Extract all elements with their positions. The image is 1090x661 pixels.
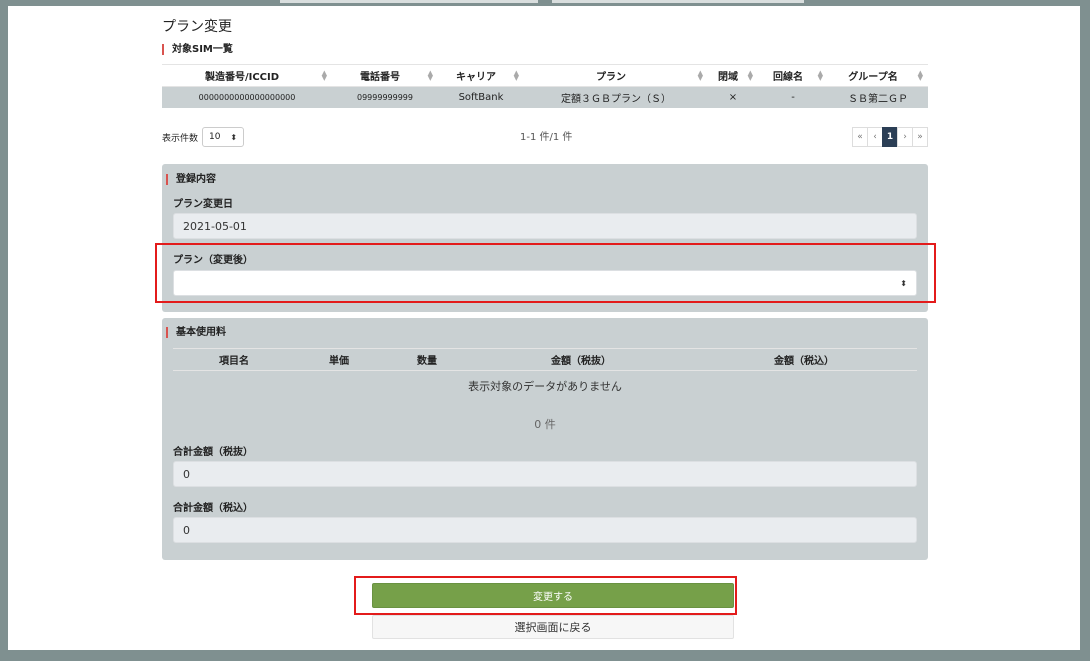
sim-table-header: 製造番号/ICCID ▲ ▼ 電話番号 ▲ ▼ キャリア ▲ ▼ プラン ▲ ▼ 閉域 ▲ ▼ 回線… — [162, 64, 928, 87]
basic-fee-title: 基本使用料 — [166, 327, 226, 338]
column-header-group[interactable]: グループ名 ▲ ▼ — [828, 64, 928, 87]
registration-title: 登録内容 — [166, 174, 216, 185]
pagination: « ‹ 1 › » — [852, 127, 928, 147]
column-header-plan[interactable]: プラン ▲ ▼ — [524, 64, 708, 87]
cell-line-name: - — [758, 86, 828, 108]
sort-icon[interactable]: ▲ ▼ — [514, 70, 519, 82]
sort-icon[interactable]: ▲ ▼ — [322, 70, 327, 82]
top-tab-2 — [552, 0, 804, 3]
cell-closed: × — [708, 86, 758, 108]
change-date-field: 2021-05-01 — [173, 213, 917, 239]
per-page-label: 表示件数 — [162, 133, 199, 144]
page-title: プラン変更 — [162, 19, 232, 35]
cell-iccid: 0000000000000000000 — [162, 86, 332, 108]
column-header-unit-price: 単価 — [295, 348, 383, 371]
sort-icon[interactable]: ▲ ▼ — [428, 70, 433, 82]
column-header-iccid[interactable]: 製造番号/ICCID ▲ ▼ — [162, 64, 332, 87]
cell-carrier: SoftBank — [438, 86, 524, 108]
total-excl-value: 0 — [183, 467, 190, 481]
table-row[interactable]: 0000000000000000000 09999999999 SoftBank… — [162, 86, 928, 108]
sort-icon[interactable]: ▲ ▼ — [818, 70, 823, 82]
column-header-carrier[interactable]: キャリア ▲ ▼ — [438, 64, 524, 87]
column-header-amount-excl: 金額（税抜） — [471, 348, 691, 371]
cell-group: ＳＢ第二ＧＰ — [828, 86, 928, 108]
change-date-value: 2021-05-01 — [183, 219, 247, 233]
column-header-closed[interactable]: 閉域 ▲ ▼ — [708, 64, 758, 87]
empty-message: 表示対象のデータがありません — [468, 379, 622, 393]
per-page-select[interactable]: 10 ⬍ — [202, 127, 245, 147]
record-count: 1-1 件/1 件 — [520, 132, 573, 143]
column-header-phone[interactable]: 電話番号 ▲ ▼ — [332, 64, 438, 87]
top-tab-1 — [280, 0, 538, 3]
sort-icon[interactable]: ▲ ▼ — [918, 70, 923, 82]
pager-next-button[interactable]: › — [897, 127, 913, 147]
sort-icon[interactable]: ▲ ▼ — [698, 70, 703, 82]
highlight-frame-submit — [354, 576, 737, 615]
column-header-line-name[interactable]: 回線名 ▲ ▼ — [758, 64, 828, 87]
fee-table-header: 項目名 単価 数量 金額（税抜） 金額（税込） — [173, 348, 917, 371]
per-page-value: 10 — [209, 132, 221, 142]
fee-record-count: 0 件 — [534, 418, 556, 431]
cell-plan: 定額３ＧＢプラン（Ｓ） — [524, 86, 708, 108]
total-incl-field: 0 — [173, 517, 917, 543]
column-header-item: 項目名 — [173, 348, 295, 371]
pager-last-button[interactable]: » — [912, 127, 928, 147]
sim-list-title: 対象SIM一覧 — [162, 44, 233, 55]
per-page-control: 表示件数 10 ⬍ — [162, 127, 245, 147]
column-header-quantity: 数量 — [383, 348, 471, 371]
total-excl-field: 0 — [173, 461, 917, 487]
back-to-selection-button[interactable]: 選択画面に戻る — [372, 615, 734, 639]
cell-phone: 09999999999 — [332, 86, 438, 108]
total-incl-label: 合計金額（税込） — [173, 503, 253, 514]
main-panel: プラン変更 対象SIM一覧 製造番号/ICCID ▲ ▼ 電話番号 ▲ ▼ キャリア ▲ ▼… — [8, 6, 1080, 650]
total-incl-value: 0 — [183, 523, 190, 537]
select-arrows-icon: ⬍ — [230, 132, 238, 142]
fee-table: 項目名 単価 数量 金額（税抜） 金額（税込） 表示対象のデータがありません — [173, 348, 917, 401]
pager-prev-button[interactable]: ‹ — [867, 127, 883, 147]
pager-page-button[interactable]: 1 — [882, 127, 898, 147]
pager-first-button[interactable]: « — [852, 127, 868, 147]
total-excl-label: 合計金額（税抜） — [173, 447, 253, 458]
sim-table: 製造番号/ICCID ▲ ▼ 電話番号 ▲ ▼ キャリア ▲ ▼ プラン ▲ ▼ 閉域 ▲ ▼ 回線… — [162, 64, 928, 108]
sort-icon[interactable]: ▲ ▼ — [748, 70, 753, 82]
change-date-label: プラン変更日 — [173, 199, 233, 210]
column-header-amount-incl: 金額（税込） — [691, 348, 917, 371]
empty-row: 表示対象のデータがありません — [173, 371, 917, 401]
basic-fee-panel: 基本使用料 項目名 単価 数量 金額（税抜） 金額（税込） 表示対象のデータがあ… — [162, 318, 928, 560]
highlight-frame-plan-select — [155, 243, 936, 303]
